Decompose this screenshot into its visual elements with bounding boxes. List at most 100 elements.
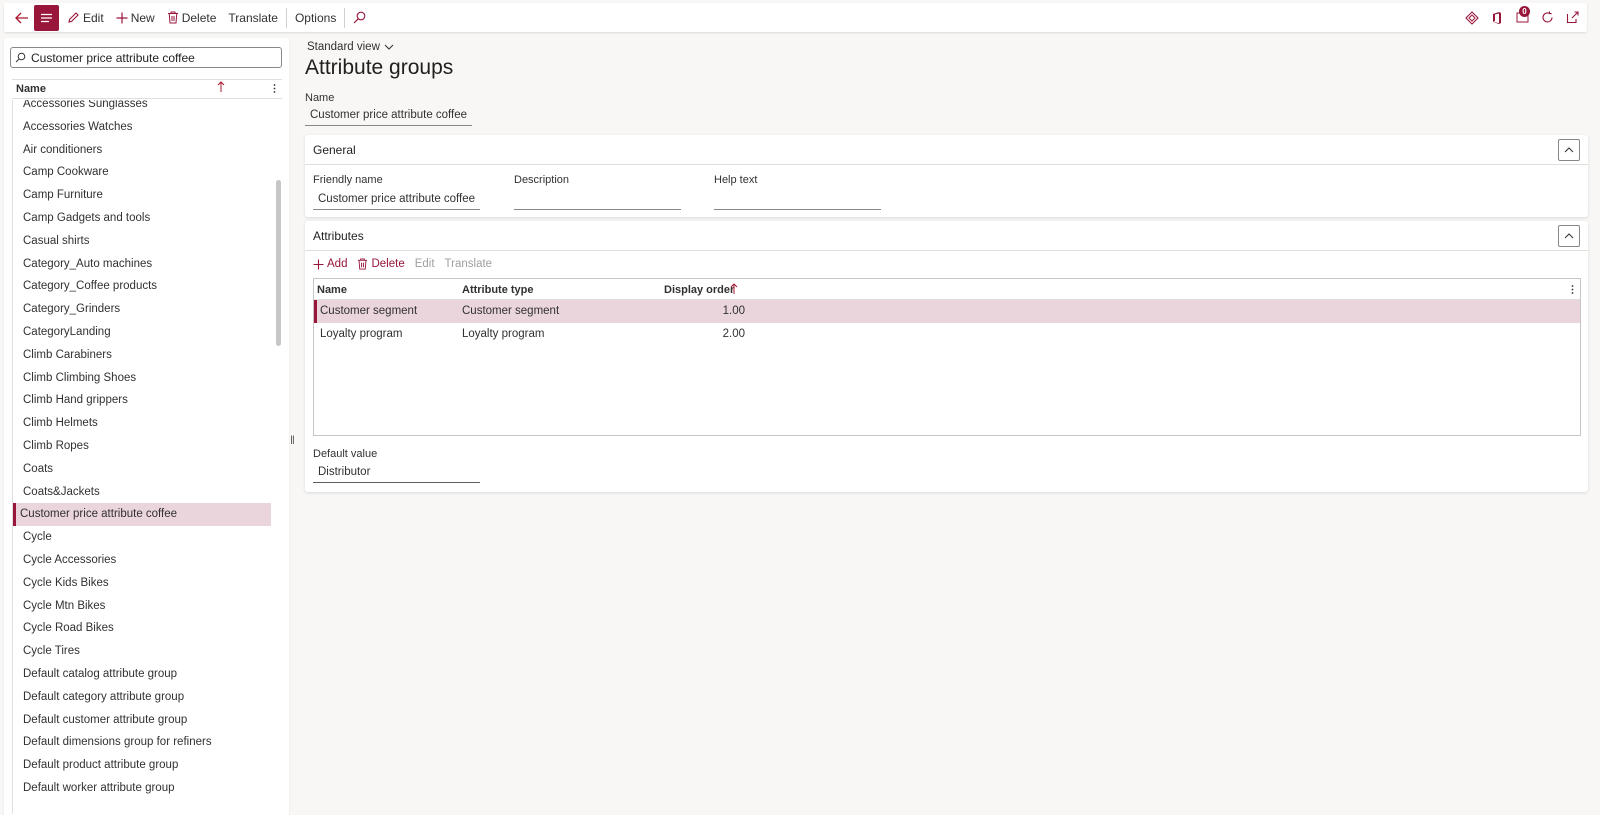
help-text-field[interactable] [714,190,881,210]
list-item[interactable]: Climb Carabiners [13,344,271,367]
plus-icon [116,12,128,23]
general-fasttab: General Friendly name Customer price att… [305,135,1588,217]
page-title: Attribute groups [305,56,454,79]
column-header-attribute-type[interactable]: Attribute type [462,284,534,296]
edit-button[interactable]: Edit [61,3,110,32]
attributes-grid: Name Attribute type Display order Custom… [313,278,1581,436]
attributes-title: Attributes [313,228,364,243]
name-field[interactable]: Customer price attribute coffee [305,106,472,126]
view-selector[interactable]: Standard view [307,41,394,53]
list-item[interactable]: Accessories Watches [13,116,271,139]
record-list: Accessories Sunglasses Accessories Watche… [12,100,282,814]
list-item[interactable]: CategoryLanding [13,321,271,344]
list-item[interactable]: Cycle Accessories [13,549,271,572]
list-item[interactable]: Category_Grinders [13,298,271,321]
edit-attribute-button[interactable]: Edit [415,258,435,270]
description-label: Description [514,174,570,186]
attributes-header[interactable]: Attributes [305,221,1588,251]
delete-button[interactable]: Delete [161,3,223,32]
table-row[interactable]: Loyalty program Loyalty program 2.00 [314,323,1580,346]
search-button[interactable] [347,3,375,32]
list-item[interactable]: Category_Coffee products [13,275,271,298]
list-item[interactable]: Climb Helmets [13,412,271,435]
friendly-name-field[interactable]: Customer price attribute coffee [313,190,480,210]
friendly-name-label: Friendly name [313,174,383,186]
description-field[interactable] [514,190,681,210]
list-item[interactable]: Climb Ropes [13,435,271,458]
list-item[interactable]: Cycle [13,526,271,549]
delete-label: Delete [181,10,217,25]
open-new-window-button[interactable] [1565,11,1579,25]
list-item[interactable]: Cycle Tires [13,640,271,663]
plus-icon [313,259,324,269]
default-value-label: Default value [313,448,378,460]
attributes-fasttab: Attributes Add Delete Edit Translate Nam… [305,221,1588,492]
trash-icon [167,11,178,24]
list-item[interactable]: Climb Climbing Shoes [13,367,271,390]
help-text-label: Help text [714,174,758,186]
cell-name: Customer segment [320,305,418,317]
list-item[interactable]: Coats [13,458,271,481]
chevron-up-icon [1564,233,1574,239]
edit-label: Edit [83,10,104,25]
list-item[interactable]: Cycle Kids Bikes [13,572,271,595]
filter-input-value: Customer price attribute coffee [31,50,195,65]
new-button[interactable]: New [110,3,161,32]
list-item[interactable]: Accessories Sunglasses [13,100,271,116]
list-item[interactable]: Casual shirts [13,230,271,253]
back-arrow-icon [15,12,28,23]
trash-icon [358,258,368,270]
notifications-button[interactable]: 0 [1515,5,1530,25]
list-item[interactable]: Camp Cookware [13,161,271,184]
list-item[interactable]: Default catalog attribute group [13,663,271,686]
list-item[interactable]: Customer price attribute coffee [13,503,271,527]
delete-attribute-button[interactable]: Delete [357,258,405,270]
translate-attribute-button[interactable]: Translate [445,258,493,270]
translate-label: Translate [228,10,278,25]
back-button[interactable] [10,3,34,32]
list-item[interactable]: Default customer attribute group [13,709,271,732]
power-apps-button[interactable] [1465,10,1479,25]
add-attribute-button[interactable]: Add [313,258,347,270]
office-button[interactable] [1490,11,1504,25]
list-item[interactable]: Default category attribute group [13,686,271,709]
list-item[interactable]: Cycle Mtn Bikes [13,595,271,618]
pane-splitter[interactable]: ‖ [290,433,295,447]
list-column-header[interactable]: Name [12,79,282,99]
list-item[interactable]: Air conditioners [13,139,271,162]
list-item[interactable]: Coats&Jackets [13,481,271,504]
table-row[interactable]: Customer segment Customer segment 1.00 [314,300,1580,323]
list-item[interactable]: Category_Auto machines [13,253,271,276]
list-item[interactable]: Default dimensions group for refiners [13,731,271,754]
general-title: General [313,142,356,157]
search-icon [15,52,26,63]
column-header-display-order[interactable]: Display order [664,284,734,296]
cell-name: Loyalty program [320,328,403,340]
list-scrollbar[interactable] [276,180,281,346]
list-item[interactable]: Cycle Road Bikes [13,617,271,640]
friendly-name-group: Friendly name Customer price attribute c… [313,174,480,210]
list-item[interactable]: Climb Hand grippers [13,389,271,412]
list-item[interactable]: Camp Furniture [13,184,271,207]
column-header-name[interactable]: Name [317,284,347,296]
list-items: Accessories Sunglasses Accessories Watche… [13,100,271,800]
grid-header: Name Attribute type Display order [314,279,1580,300]
filter-input[interactable]: Customer price attribute coffee [10,47,282,68]
collapse-attributes-button[interactable] [1558,225,1580,247]
name-column-label: Name [16,83,46,95]
translate-button[interactable]: Translate [222,3,284,32]
options-button[interactable]: Options [289,3,342,32]
menu-button[interactable] [34,4,59,31]
default-value-field[interactable]: Distributor [313,463,480,483]
notification-badge: 0 [1519,5,1530,17]
chevron-up-icon [1564,147,1574,153]
collapse-general-button[interactable] [1558,139,1580,161]
pencil-icon [68,12,79,23]
search-icon [353,11,366,24]
new-label: New [130,10,155,25]
refresh-button[interactable] [1540,11,1554,25]
list-item[interactable]: Default product attribute group [13,754,271,777]
list-item[interactable]: Default worker attribute group [13,777,271,800]
general-header[interactable]: General [305,135,1588,165]
list-item[interactable]: Camp Gadgets and tools [13,207,271,230]
